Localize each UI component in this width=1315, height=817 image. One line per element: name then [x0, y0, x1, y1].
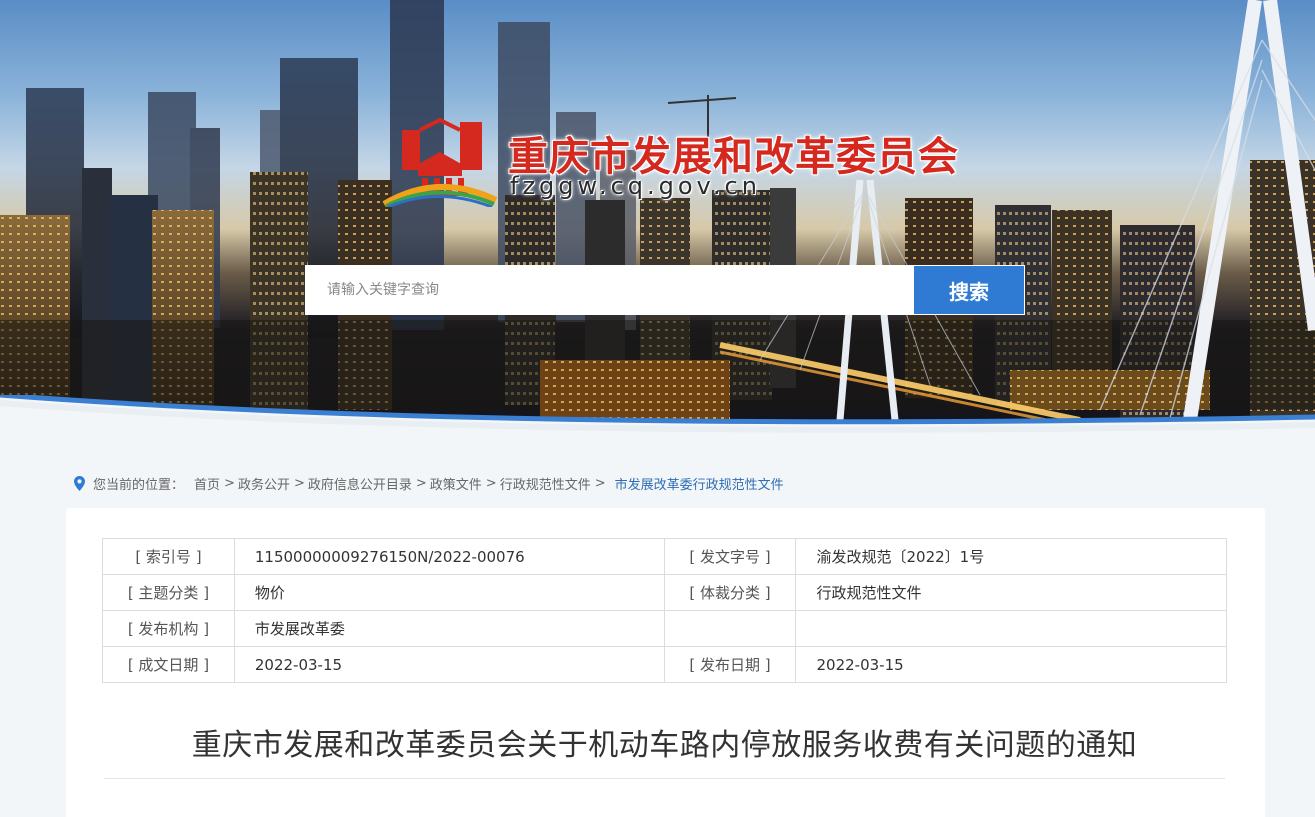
created-date-value: 2022-03-15 [233, 646, 665, 683]
published-date-label: [ 发布日期 ] [663, 646, 797, 683]
breadcrumb-policy-docs[interactable]: 政策文件 [430, 474, 482, 493]
empty-cell [795, 610, 1227, 647]
topic-label: [ 主题分类 ] [102, 574, 235, 611]
table-row: [ 索引号 ] 11500000009276150N/2022-00076 [ … [102, 538, 1227, 575]
index-no-label: [ 索引号 ] [102, 538, 235, 575]
breadcrumb-separator: > [293, 476, 305, 491]
search-bar: 搜索 [305, 265, 1025, 315]
genre-label: [ 体裁分类 ] [663, 574, 797, 611]
doc-no-label: [ 发文字号 ] [663, 538, 797, 575]
search-input[interactable] [305, 265, 913, 315]
content-card: [ 索引号 ] 11500000009276150N/2022-00076 [ … [66, 508, 1265, 817]
breadcrumb-current[interactable]: 市发展改革委行政规范性文件 [615, 474, 784, 493]
created-date-label: [ 成文日期 ] [102, 646, 235, 683]
doc-no-value: 渝发改规范〔2022〕1号 [795, 538, 1227, 575]
search-button[interactable]: 搜索 [913, 265, 1025, 315]
breadcrumb-label: 您当前的位置： [93, 478, 185, 493]
index-no-value: 11500000009276150N/2022-00076 [233, 538, 665, 575]
breadcrumb-separator: > [415, 476, 427, 491]
table-row: [ 主题分类 ] 物价 [ 体裁分类 ] 行政规范性文件 [102, 574, 1227, 611]
breadcrumb-gov-affairs[interactable]: 政务公开 [238, 474, 290, 493]
published-date-value: 2022-03-15 [795, 646, 1227, 683]
site-logo[interactable]: 重庆市发展和改革委员会 fzggw.cq.gov.cn [378, 112, 978, 212]
location-pin-icon [74, 476, 85, 491]
topic-value: 物价 [233, 574, 665, 611]
table-row: [ 成文日期 ] 2022-03-15 [ 发布日期 ] 2022-03-15 [102, 646, 1227, 683]
city-skyline-image [0, 0, 1315, 429]
empty-cell [663, 610, 797, 647]
table-row: [ 发布机构 ] 市发展改革委 [102, 610, 1227, 647]
title-divider [104, 778, 1225, 779]
breadcrumb-info-catalog[interactable]: 政府信息公开目录 [308, 474, 412, 493]
site-domain: fzggw.cq.gov.cn [510, 172, 761, 200]
breadcrumb-normative-docs[interactable]: 行政规范性文件 [500, 474, 591, 493]
breadcrumb-separator: > [224, 476, 235, 491]
issuer-value: 市发展改革委 [233, 610, 665, 647]
emblem-icon [382, 117, 498, 207]
breadcrumb-separator: > [485, 476, 497, 491]
genre-value: 行政规范性文件 [795, 574, 1227, 611]
document-metadata-table: [ 索引号 ] 11500000009276150N/2022-00076 [ … [102, 538, 1227, 683]
breadcrumb-home[interactable]: 首页 [194, 474, 220, 493]
banner-wave-divider [0, 395, 1315, 440]
document-title: 重庆市发展和改革委员会关于机动车路内停放服务收费有关问题的通知 [191, 728, 1138, 763]
header-banner: 重庆市发展和改革委员会 fzggw.cq.gov.cn 搜索 [0, 0, 1315, 440]
breadcrumb-separator: > [594, 476, 606, 491]
breadcrumb: 您当前的位置： 首页 > 政务公开 > 政府信息公开目录 > 政策文件 > 行政… [74, 474, 784, 493]
issuer-label: [ 发布机构 ] [102, 610, 235, 647]
